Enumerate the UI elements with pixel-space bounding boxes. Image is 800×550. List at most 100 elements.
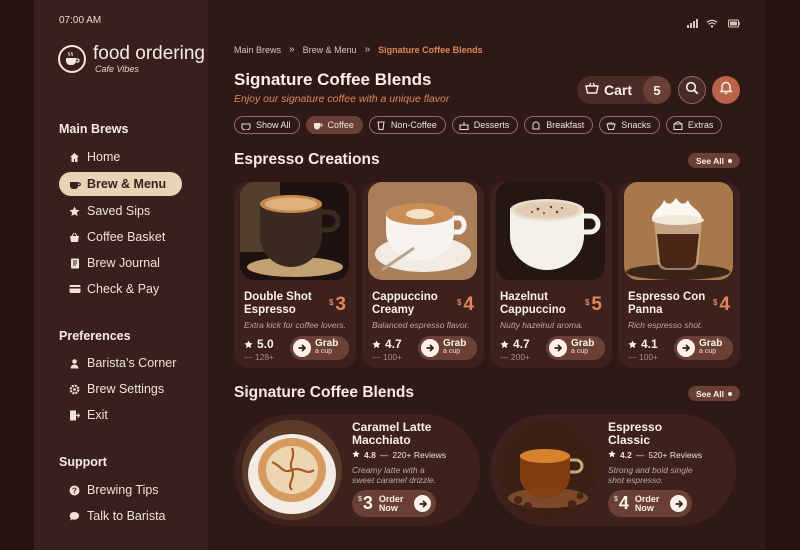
category-filter-bar: Show All Coffee Non-Coffee Desserts Brea… <box>234 116 723 134</box>
brand-subtitle: Cafe Vibes <box>95 64 139 74</box>
grab-a-cup-button[interactable]: Grab a cup <box>674 336 733 360</box>
blend-price: 4 <box>618 493 629 513</box>
product-name: Cappuccino Creamy <box>372 291 438 316</box>
sidebar-item-exit[interactable]: Exit <box>59 403 182 427</box>
filter-snacks[interactable]: Snacks <box>599 116 660 134</box>
blend-card-espresso-classic[interactable]: Espresso Classic 4.2—520+ Reviews Strong … <box>490 414 736 526</box>
cart-icon <box>585 81 599 99</box>
user-icon <box>68 357 81 370</box>
right-gutter <box>765 0 800 550</box>
arrow-right-icon <box>677 339 695 357</box>
blend-price: 3 <box>362 493 373 513</box>
product-reviews: — 128+ <box>244 352 275 362</box>
sidebar-item-label: Barista’s Corner <box>87 356 177 370</box>
sidebar-item-brew-menu[interactable]: Brew & Menu <box>59 172 182 196</box>
sidebar-item-baristas-corner[interactable]: Barista’s Corner <box>59 351 182 375</box>
product-image <box>240 182 349 280</box>
product-rating: 4.7 <box>500 337 530 351</box>
cart-button[interactable]: Cart 5 <box>577 76 671 104</box>
battery-icon <box>728 15 740 33</box>
sidebar-item-check-pay[interactable]: Check & Pay <box>59 277 182 301</box>
sidebar-item-saved-sips[interactable]: Saved Sips <box>59 199 182 223</box>
breadcrumb-separator: » <box>289 44 295 55</box>
product-card-espresso-con-panna[interactable]: Espresso Con Panna $4 Rich espresso shot… <box>618 182 740 368</box>
sidebar-item-brew-journal[interactable]: Brew Journal <box>59 251 182 275</box>
grab-a-cup-button[interactable]: Grab a cup <box>290 336 349 360</box>
product-image <box>368 182 477 280</box>
sidebar-item-label: Saved Sips <box>87 204 151 218</box>
product-reviews: — 100+ <box>372 352 403 362</box>
star-icon <box>500 339 509 349</box>
filter-non-coffee[interactable]: Non-Coffee <box>368 116 446 134</box>
search-icon <box>685 81 699 100</box>
product-reviews: — 200+ <box>500 352 531 362</box>
sidebar-item-brewing-tips[interactable]: ? Brewing Tips <box>59 478 182 502</box>
order-now-button[interactable]: $3 Order Now <box>352 490 436 517</box>
notification-button[interactable] <box>712 76 740 104</box>
product-reviews: — 100+ <box>628 352 659 362</box>
filter-desserts[interactable]: Desserts <box>451 116 519 134</box>
sidebar-item-home[interactable]: Home <box>59 145 182 169</box>
signal-icon <box>687 15 698 33</box>
star-icon <box>68 205 81 218</box>
filter-breakfast[interactable]: Breakfast <box>524 116 594 134</box>
product-description: Balanced espresso flavor. <box>372 320 470 330</box>
sidebar-item-brew-settings[interactable]: Brew Settings <box>59 377 182 401</box>
cart-count-badge: 5 <box>643 76 671 104</box>
cart-label: Cart <box>604 82 633 98</box>
blend-card-caramel-latte-macchiato[interactable]: Caramel Latte Macchiato 4.8—220+ Reviews … <box>234 414 480 526</box>
product-image <box>496 182 605 280</box>
product-card-cappuccino-creamy[interactable]: Cappuccino Creamy $4 Balanced espresso f… <box>362 182 484 368</box>
blend-description: Creamy latte with a sweet caramel drizzl… <box>352 465 437 485</box>
product-description: Rich espresso shot. <box>628 320 703 330</box>
breadcrumb-separator: » <box>364 44 371 55</box>
order-now-button[interactable]: $4 Order Now <box>608 490 692 517</box>
sidebar-item-label: Talk to Barista <box>87 509 166 523</box>
section-heading-preferences: Preferences <box>59 329 131 343</box>
cake-icon <box>459 121 469 130</box>
filter-coffee[interactable]: Coffee <box>305 116 363 134</box>
grab-a-cup-button[interactable]: Grab a cup <box>418 336 477 360</box>
product-image <box>624 182 733 280</box>
see-all-espresso-button[interactable]: See All <box>688 153 740 168</box>
product-description: Extra kick for coffee lovers. <box>244 320 347 330</box>
search-button[interactable] <box>678 76 706 104</box>
basket-icon <box>68 231 81 244</box>
sidebar-item-label: Exit <box>87 408 108 422</box>
product-price: $4 <box>456 294 474 315</box>
blend-name: Espresso Classic <box>608 420 663 447</box>
sidebar-item-coffee-basket[interactable]: Coffee Basket <box>59 225 182 249</box>
blend-image <box>242 420 342 520</box>
brand-title: food ordering <box>93 43 205 64</box>
brand-logo[interactable]: food ordering Cafe Vibes <box>58 44 205 74</box>
product-name: Double Shot Espresso <box>244 291 312 316</box>
product-rating: 5.0 <box>244 337 274 351</box>
card-icon <box>68 283 81 296</box>
sidebar-item-label: Brew Settings <box>87 382 165 396</box>
product-card-hazelnut-cappuccino[interactable]: Hazelnut Cappuccino $5 Nutty hazelnut ar… <box>490 182 612 368</box>
blend-description: Strong and bold single shot espresso. <box>608 465 693 485</box>
filter-show-all[interactable]: Show All <box>234 116 300 134</box>
product-name: Espresso Con Panna <box>628 291 706 316</box>
sidebar: 07:00 AM food ordering Cafe Vibes Main B… <box>34 0 208 550</box>
product-price: $4 <box>712 294 730 315</box>
sidebar-item-label: Home <box>87 150 121 164</box>
breadcrumb-brew-menu[interactable]: Brew & Menu <box>303 45 357 55</box>
page-subtitle: Enjoy our signature coffee with a unique… <box>234 93 450 105</box>
product-rating: 4.7 <box>372 337 402 351</box>
product-price: $3 <box>328 294 346 315</box>
breadcrumb: Main Brews » Brew & Menu » Signature Cof… <box>234 44 483 55</box>
extras-icon <box>673 120 683 130</box>
sidebar-item-talk-to-barista[interactable]: Talk to Barista <box>59 504 182 528</box>
chat-icon <box>68 510 81 523</box>
arrow-right-icon <box>670 495 687 512</box>
bell-icon <box>719 81 733 100</box>
breadcrumb-main-brews[interactable]: Main Brews <box>234 45 281 55</box>
blend-rating: 4.2—520+ Reviews <box>608 450 702 460</box>
product-card-double-shot-espresso[interactable]: Double Shot Espresso $3 Extra kick for c… <box>234 182 356 368</box>
blend-name: Caramel Latte Macchiato <box>352 420 432 447</box>
see-all-blends-button[interactable]: See All <box>688 386 740 401</box>
filter-extras[interactable]: Extras <box>665 116 723 134</box>
grab-a-cup-button[interactable]: Grab a cup <box>546 336 605 360</box>
gear-icon <box>68 383 81 396</box>
